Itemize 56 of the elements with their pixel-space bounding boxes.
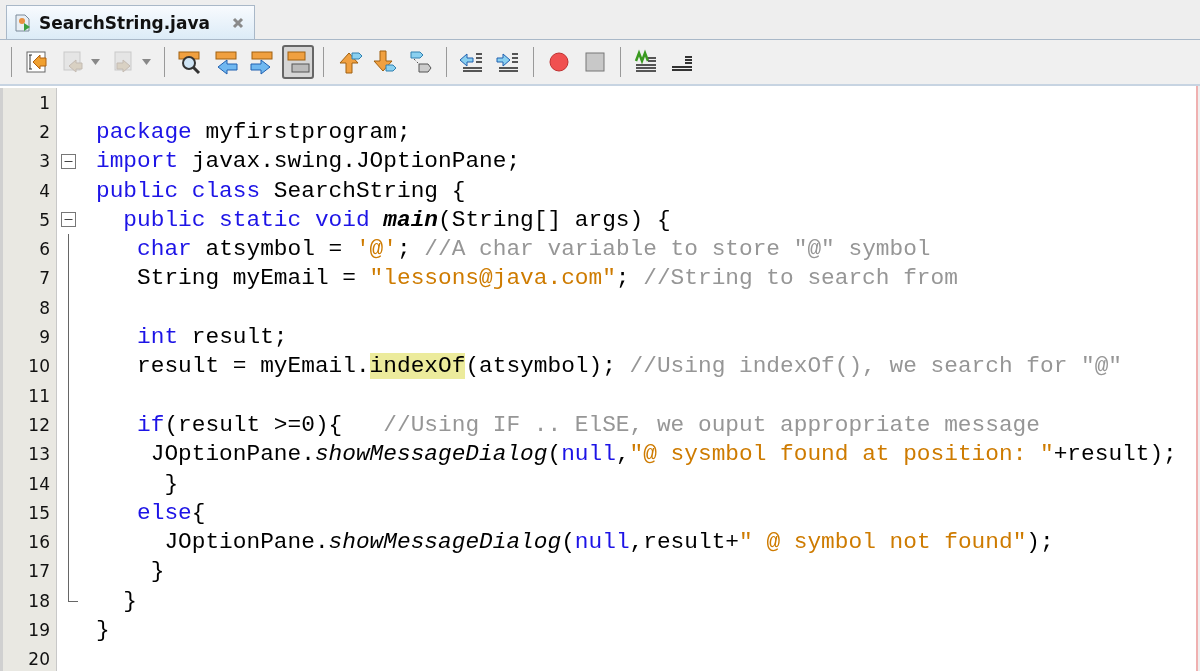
caret-icon[interactable] <box>91 59 100 65</box>
left-arrow-icon <box>213 49 239 75</box>
editor-tab[interactable]: SearchString.java <box>6 5 255 39</box>
caret-icon[interactable] <box>142 59 151 65</box>
line-number: 4 <box>39 180 50 201</box>
comment-icon <box>633 49 659 75</box>
jump-back-icon <box>24 49 50 75</box>
line-number: 20 <box>28 649 50 670</box>
line-number: 7 <box>39 268 50 289</box>
line-number: 13 <box>28 444 50 465</box>
line-number: 14 <box>28 473 50 494</box>
line-number: 5 <box>39 209 50 230</box>
collapse-icon[interactable] <box>61 153 76 169</box>
line-number: 6 <box>39 239 50 260</box>
fold-end-line <box>68 586 78 602</box>
line-number: 19 <box>28 620 50 640</box>
line-number: 10 <box>28 356 50 377</box>
code-line: } <box>163 470 179 497</box>
line-number: 11 <box>28 385 50 406</box>
highlight-icon <box>285 49 311 75</box>
code-line: } <box>149 558 165 585</box>
down-arrow-icon <box>372 49 398 75</box>
code-line: import javax.swing.JOptionPane; <box>96 148 521 175</box>
back-arrow-icon <box>60 49 86 75</box>
code-line: result = myEmail.indexOf(atsymbol); //Using indexOf(), we search for "@" <box>136 353 1123 380</box>
line-number: 3 <box>39 151 50 172</box>
up-arrow-icon <box>336 49 362 75</box>
code-line: if(result >=0){ //Using IF .. ElSE, we ouput appropriate message <box>136 411 1040 438</box>
code-line: public static void main(String[] args) { <box>122 206 671 233</box>
line-number: 16 <box>28 532 50 553</box>
record-icon <box>546 49 572 75</box>
line-number: 2 <box>39 121 50 142</box>
code-line: } <box>96 617 110 643</box>
code-line: JOptionPane.showMessageDialog(null,"@ sysmbol found at position: "+result); <box>149 441 1177 468</box>
code-line: public class SearchString { <box>96 177 466 204</box>
close-icon[interactable] <box>232 16 244 29</box>
code-line: package myfirstprogram; <box>96 118 411 145</box>
line-number: 18 <box>28 590 50 611</box>
code-line: else{ <box>136 499 206 526</box>
line-number: 15 <box>28 502 50 523</box>
search-icon <box>177 49 203 75</box>
line-number: 12 <box>28 414 50 435</box>
stop-icon <box>582 49 608 75</box>
collapse-icon[interactable] <box>61 212 76 228</box>
code-line: char atsymbol = '@'; //A char variable to store "@" symbol <box>136 236 931 263</box>
line-number: 1 <box>39 92 50 113</box>
code-line: } <box>122 587 138 614</box>
code-line: JOptionPane.showMessageDialog(null,result+" @ symbol not found"); <box>163 529 1054 556</box>
java-file-icon <box>13 12 33 33</box>
code-line: int result; <box>136 324 288 350</box>
code-line: String myEmail = "lessons@java.com"; //String to search from <box>136 265 958 292</box>
line-number: 9 <box>39 327 50 347</box>
line-number: 17 <box>28 561 50 582</box>
bookmark-icon <box>408 49 434 75</box>
right-arrow-icon <box>249 49 275 75</box>
line-number: 8 <box>39 297 50 318</box>
